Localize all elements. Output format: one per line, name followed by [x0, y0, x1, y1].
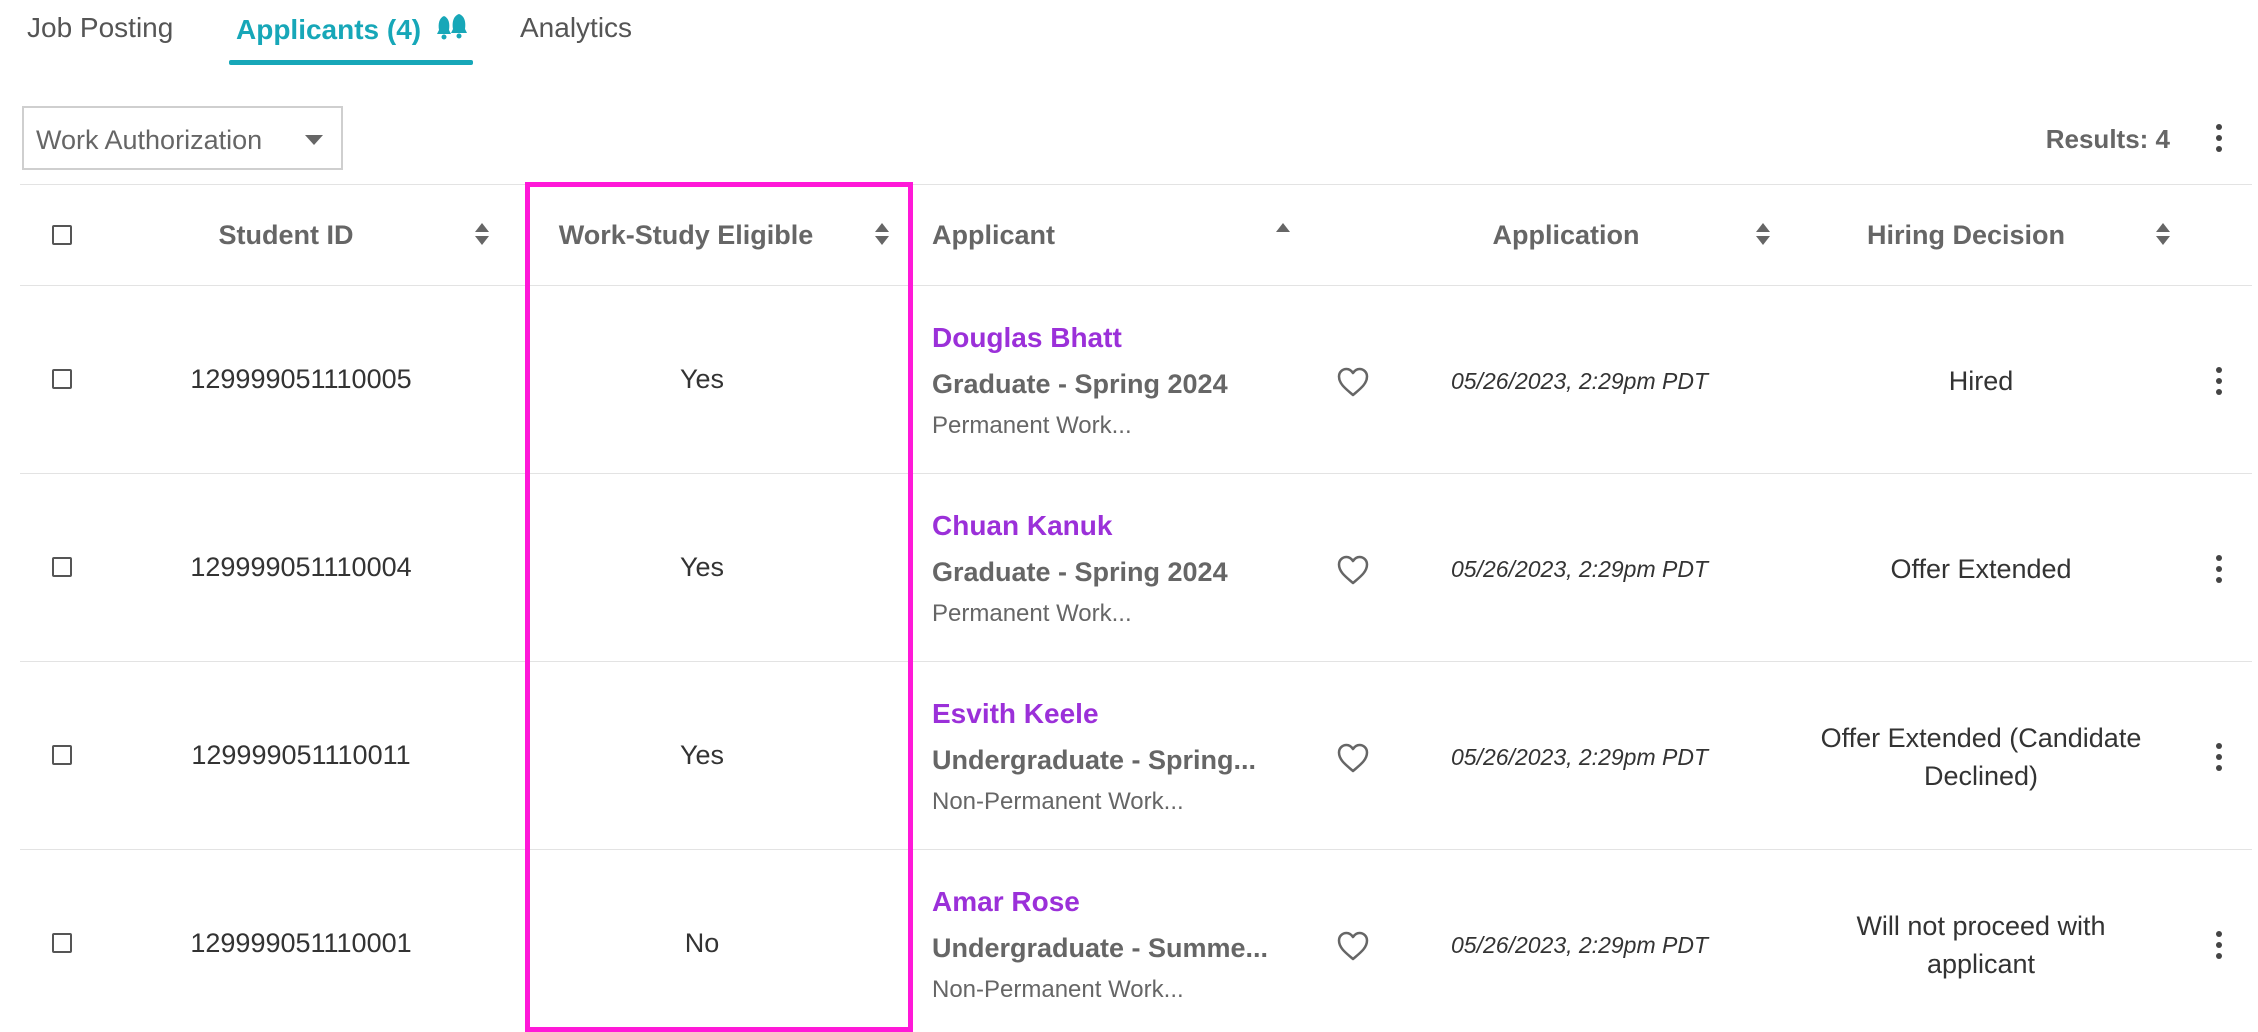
heart-icon[interactable]: [1336, 742, 1370, 774]
student-id: 129999051110005: [190, 364, 412, 394]
results-count: Results: 4: [2045, 124, 2170, 154]
work-authorization-filter[interactable]: Work Authorization: [22, 106, 343, 170]
row-checkbox[interactable]: [52, 557, 72, 577]
results-more-icon[interactable]: [2212, 122, 2226, 154]
sort-icon[interactable]: [2155, 222, 2171, 248]
heart-icon[interactable]: [1336, 930, 1370, 962]
application-date: 05/26/2023, 2:29pm PDT: [1451, 368, 1708, 394]
applicant-work-authorization: Permanent Work...: [932, 600, 1132, 627]
sort-icon[interactable]: [874, 222, 890, 248]
column-header-applicant[interactable]: Applicant: [932, 220, 1055, 251]
tab-analytics[interactable]: Analytics: [520, 12, 632, 44]
sort-ascending-icon[interactable]: [1275, 222, 1291, 248]
row-more-icon[interactable]: [2212, 929, 2226, 961]
hiring-decision-value: Offer Extended: [1890, 554, 2072, 584]
row-divider: [20, 849, 2252, 850]
application-date: 05/26/2023, 2:29pm PDT: [1451, 932, 1708, 958]
student-id: 129999051110001: [190, 928, 412, 958]
column-header-student-id[interactable]: Student ID: [219, 220, 354, 251]
row-checkbox[interactable]: [52, 745, 72, 765]
bell-icon: [435, 12, 471, 49]
header-divider: [20, 285, 2252, 286]
hiring-decision-value: Will not proceed with applicant: [1856, 911, 2106, 979]
applicant-name-link[interactable]: Esvith Keele: [932, 698, 1099, 730]
work-study-value: Yes: [679, 740, 725, 770]
tab-job-posting[interactable]: Job Posting: [27, 12, 173, 44]
table-top-divider: [20, 184, 2252, 185]
row-more-icon[interactable]: [2212, 365, 2226, 397]
application-date: 05/26/2023, 2:29pm PDT: [1451, 556, 1708, 582]
applicant-work-authorization: Non-Permanent Work...: [932, 976, 1184, 1003]
tab-applicants[interactable]: Applicants (4): [236, 12, 471, 49]
applicant-work-authorization: Non-Permanent Work...: [932, 788, 1184, 815]
hiring-decision-value: Hired: [1948, 366, 2014, 396]
row-divider: [20, 473, 2252, 474]
applicant-program: Graduate - Spring 2024: [932, 369, 1228, 399]
sort-icon[interactable]: [474, 222, 490, 248]
tab-applicants-label: Applicants (4): [236, 14, 422, 45]
applicant-name-link[interactable]: Amar Rose: [932, 886, 1080, 918]
applicant-name-link[interactable]: Douglas Bhatt: [932, 322, 1122, 354]
student-id: 129999051110004: [190, 552, 412, 582]
active-tab-indicator: [229, 60, 473, 65]
column-header-hiring-decision[interactable]: Hiring Decision: [1867, 220, 2065, 251]
hiring-decision-value: Offer Extended (Candidate Declined): [1820, 723, 2142, 791]
row-checkbox[interactable]: [52, 369, 72, 389]
sort-icon[interactable]: [1755, 222, 1771, 248]
column-header-work-study[interactable]: Work-Study Eligible: [559, 220, 814, 251]
work-study-value: No: [684, 928, 720, 958]
applicant-work-authorization: Permanent Work...: [932, 412, 1132, 439]
row-divider: [20, 661, 2252, 662]
row-checkbox[interactable]: [52, 933, 72, 953]
row-more-icon[interactable]: [2212, 741, 2226, 773]
student-id: 129999051110011: [191, 740, 411, 770]
applicant-program: Graduate - Spring 2024: [932, 557, 1228, 587]
caret-down-icon: [305, 135, 323, 145]
work-study-value: Yes: [679, 364, 725, 394]
filter-label: Work Authorization: [36, 125, 263, 155]
heart-icon[interactable]: [1336, 554, 1370, 586]
heart-icon[interactable]: [1336, 366, 1370, 398]
applicant-name-link[interactable]: Chuan Kanuk: [932, 510, 1112, 542]
row-more-icon[interactable]: [2212, 553, 2226, 585]
application-date: 05/26/2023, 2:29pm PDT: [1451, 744, 1708, 770]
work-study-value: Yes: [679, 552, 725, 582]
tab-bar: Job Posting Applicants (4) Analytics: [0, 0, 2258, 70]
column-header-application[interactable]: Application: [1493, 220, 1640, 251]
applicant-program: Undergraduate - Spring...: [932, 745, 1257, 775]
work-study-column-highlight: [525, 182, 913, 1032]
select-all-checkbox[interactable]: [52, 225, 72, 245]
applicant-program: Undergraduate - Summe...: [932, 933, 1269, 963]
